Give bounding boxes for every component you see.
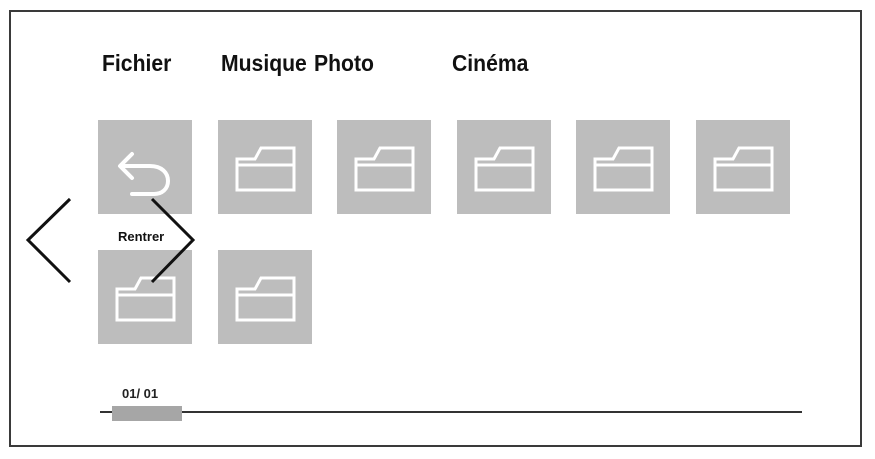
folder-icon: [713, 146, 774, 192]
folder-icon: [593, 146, 654, 192]
folder-tile[interactable]: [576, 120, 670, 214]
folder-icon: [474, 146, 535, 192]
chevron-left-icon[interactable]: [24, 196, 74, 286]
tab-cinema[interactable]: Cinéma: [452, 50, 528, 77]
folder-tile[interactable]: [696, 120, 790, 214]
folder-tile[interactable]: [218, 120, 312, 214]
folder-tile[interactable]: [457, 120, 551, 214]
scroll-thumb[interactable]: [112, 406, 182, 421]
folder-icon: [235, 146, 296, 192]
folder-icon: [235, 276, 296, 322]
tab-musique[interactable]: Musique: [221, 50, 307, 77]
folder-icon: [354, 146, 415, 192]
folder-tile[interactable]: [337, 120, 431, 214]
folder-tile[interactable]: [218, 250, 312, 344]
tab-fichier[interactable]: Fichier: [102, 50, 171, 77]
chevron-right-icon[interactable]: [148, 196, 198, 286]
page-indicator: 01/ 01: [122, 386, 159, 401]
tab-photo[interactable]: Photo: [314, 50, 374, 77]
scroll-track[interactable]: [100, 411, 802, 413]
